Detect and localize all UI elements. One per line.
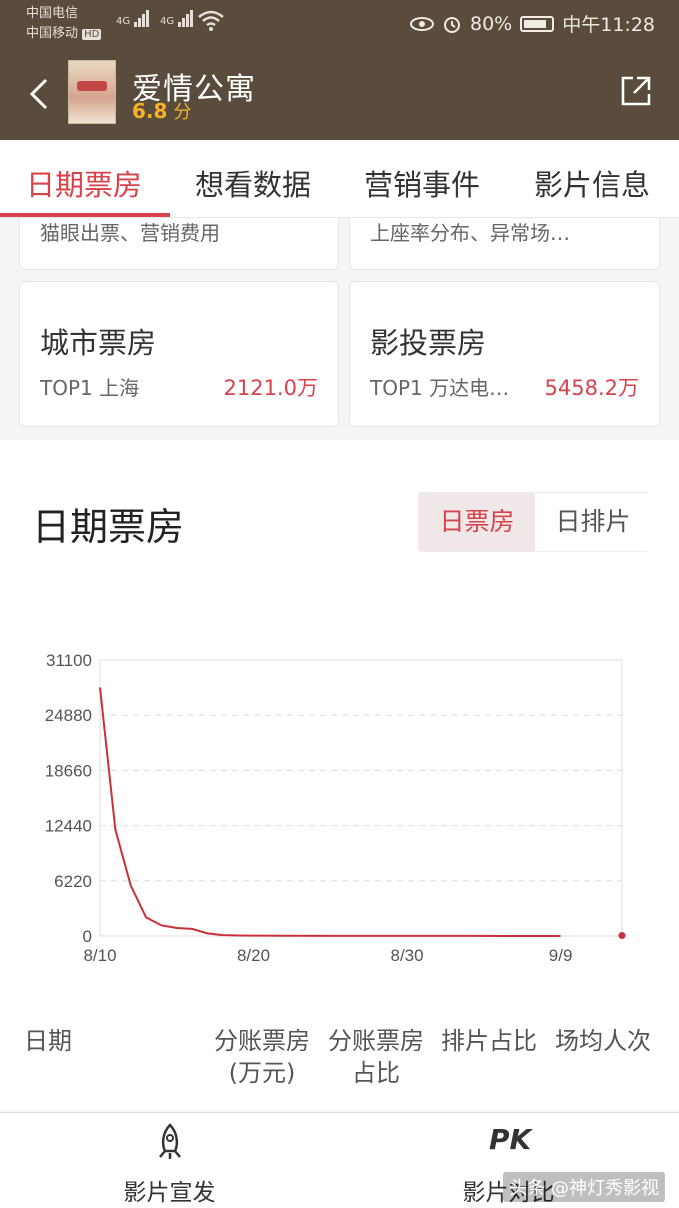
x-tick-label: 8/20 — [237, 946, 270, 965]
watermark: 头条 @神灯秀影视 — [503, 1172, 665, 1202]
movie-score: 6.8 分 — [132, 98, 191, 124]
hd-badge: HD — [82, 29, 102, 40]
col-split-boxoffice-line1: 分账票房 — [214, 1027, 310, 1055]
card-city-title: 城市票房 — [40, 326, 157, 360]
back-arrow-icon[interactable] — [24, 74, 54, 114]
card-invest-top: TOP1 万达电… — [370, 376, 510, 400]
status-right: 80% 中午11:28 — [410, 10, 655, 37]
col-split-share-line2: 占比 — [352, 1059, 400, 1087]
y-tick-label: 31100 — [46, 651, 92, 670]
card-attendance-sub: 上座率分布、异常场… — [370, 221, 570, 245]
alarm-icon — [444, 16, 460, 33]
boxoffice-line-chart: 31100 24880 18660 12440 6220 08/10 8/20 8/30 9/9 — [45, 651, 626, 965]
app-header: 中国电信 中国移动 HD 4G 4G 80% 中午11:28 爱情公寓 6.8 … — [0, 0, 679, 140]
tab-film-info[interactable]: 影片信息 — [534, 162, 650, 204]
card-city-value: 2121.0万 — [223, 376, 318, 400]
carrier-info: 中国电信 中国移动 HD — [26, 4, 102, 45]
y-tick-label: 24880 — [45, 706, 92, 725]
x-tick-label: 8/10 — [83, 946, 116, 965]
signal-icon-1: 4G — [116, 10, 150, 27]
movie-poster[interactable] — [68, 60, 116, 124]
card-invest-value: 5458.2万 — [544, 376, 639, 400]
nav-promotion-label: 影片宣发 — [123, 1180, 216, 1206]
toggle-daily-boxoffice[interactable]: 日票房 — [419, 493, 535, 551]
col-split-share: 分账票房 占比 — [328, 1025, 424, 1089]
score-value: 6.8 — [132, 99, 168, 123]
card-city-boxoffice[interactable]: 城市票房 TOP1 上海 2121.0万 — [19, 281, 339, 427]
toggle-daily-schedule[interactable]: 日排片 — [535, 493, 651, 551]
status-bar: 中国电信 中国移动 HD 4G 4G 80% 中午11:28 — [0, 0, 679, 46]
chart-toggle: 日票房 日排片 — [418, 492, 651, 552]
col-split-boxoffice-line2: (万元) — [228, 1059, 296, 1087]
boxoffice-series-line — [99, 687, 561, 937]
x-tick-label: 8/30 — [391, 946, 424, 965]
y-tick-label: 18660 — [45, 761, 92, 780]
pk-icon: PK — [489, 1123, 532, 1156]
tab-active-indicator — [0, 213, 170, 217]
card-city-top: TOP1 上海 — [40, 376, 140, 400]
col-split-share-line1: 分账票房 — [328, 1027, 424, 1055]
carrier-2: 中国移动 — [26, 26, 79, 41]
col-date: 日期 — [24, 1027, 72, 1055]
tab-bar: 日期票房 想看数据 营销事件 影片信息 — [0, 140, 679, 218]
card-invest-title: 影投票房 — [370, 326, 487, 360]
y-tick-label: 6220 — [54, 872, 92, 891]
signal-icon-2: 4G — [160, 10, 194, 27]
wifi-icon — [198, 10, 224, 31]
plot-frame — [99, 659, 623, 937]
card-maoyan-sub: 猫眼出票、营销费用 — [40, 221, 220, 245]
network-label-1: 4G — [116, 16, 131, 27]
score-unit: 分 — [173, 102, 192, 123]
network-label-2: 4G — [160, 16, 175, 27]
share-icon[interactable] — [619, 74, 653, 108]
col-schedule-share: 排片占比 — [441, 1027, 537, 1055]
tab-date-boxoffice[interactable]: 日期票房 — [26, 162, 142, 204]
col-avg-attendance: 场均人次 — [555, 1027, 651, 1055]
x-tick-label: 9/9 — [549, 946, 573, 965]
col-split-boxoffice: 分账票房 (万元) — [214, 1025, 310, 1089]
eye-icon — [410, 16, 434, 31]
date-boxoffice-section: 日期票房 日票房 日排片 31100 24880 18660 12440 6220 0 8/… — [0, 440, 679, 1110]
section-title: 日期票房 — [32, 505, 185, 549]
tab-marketing[interactable]: 营销事件 — [364, 162, 480, 204]
last-data-point — [618, 932, 626, 940]
y-tick-label: 12440 — [45, 817, 92, 836]
card-invest-boxoffice[interactable]: 影投票房 TOP1 万达电… 5458.2万 — [349, 281, 660, 427]
carrier-1: 中国电信 — [26, 6, 79, 21]
tab-want-data[interactable]: 想看数据 — [195, 162, 311, 204]
clock: 中午11:28 — [562, 14, 655, 36]
y-tick-label: 0 — [83, 927, 92, 946]
battery-icon — [520, 15, 555, 32]
rocket-icon — [159, 1123, 181, 1159]
battery-percent: 80% — [470, 12, 513, 35]
nav-promotion[interactable]: 影片宣发 — [0, 1113, 339, 1208]
